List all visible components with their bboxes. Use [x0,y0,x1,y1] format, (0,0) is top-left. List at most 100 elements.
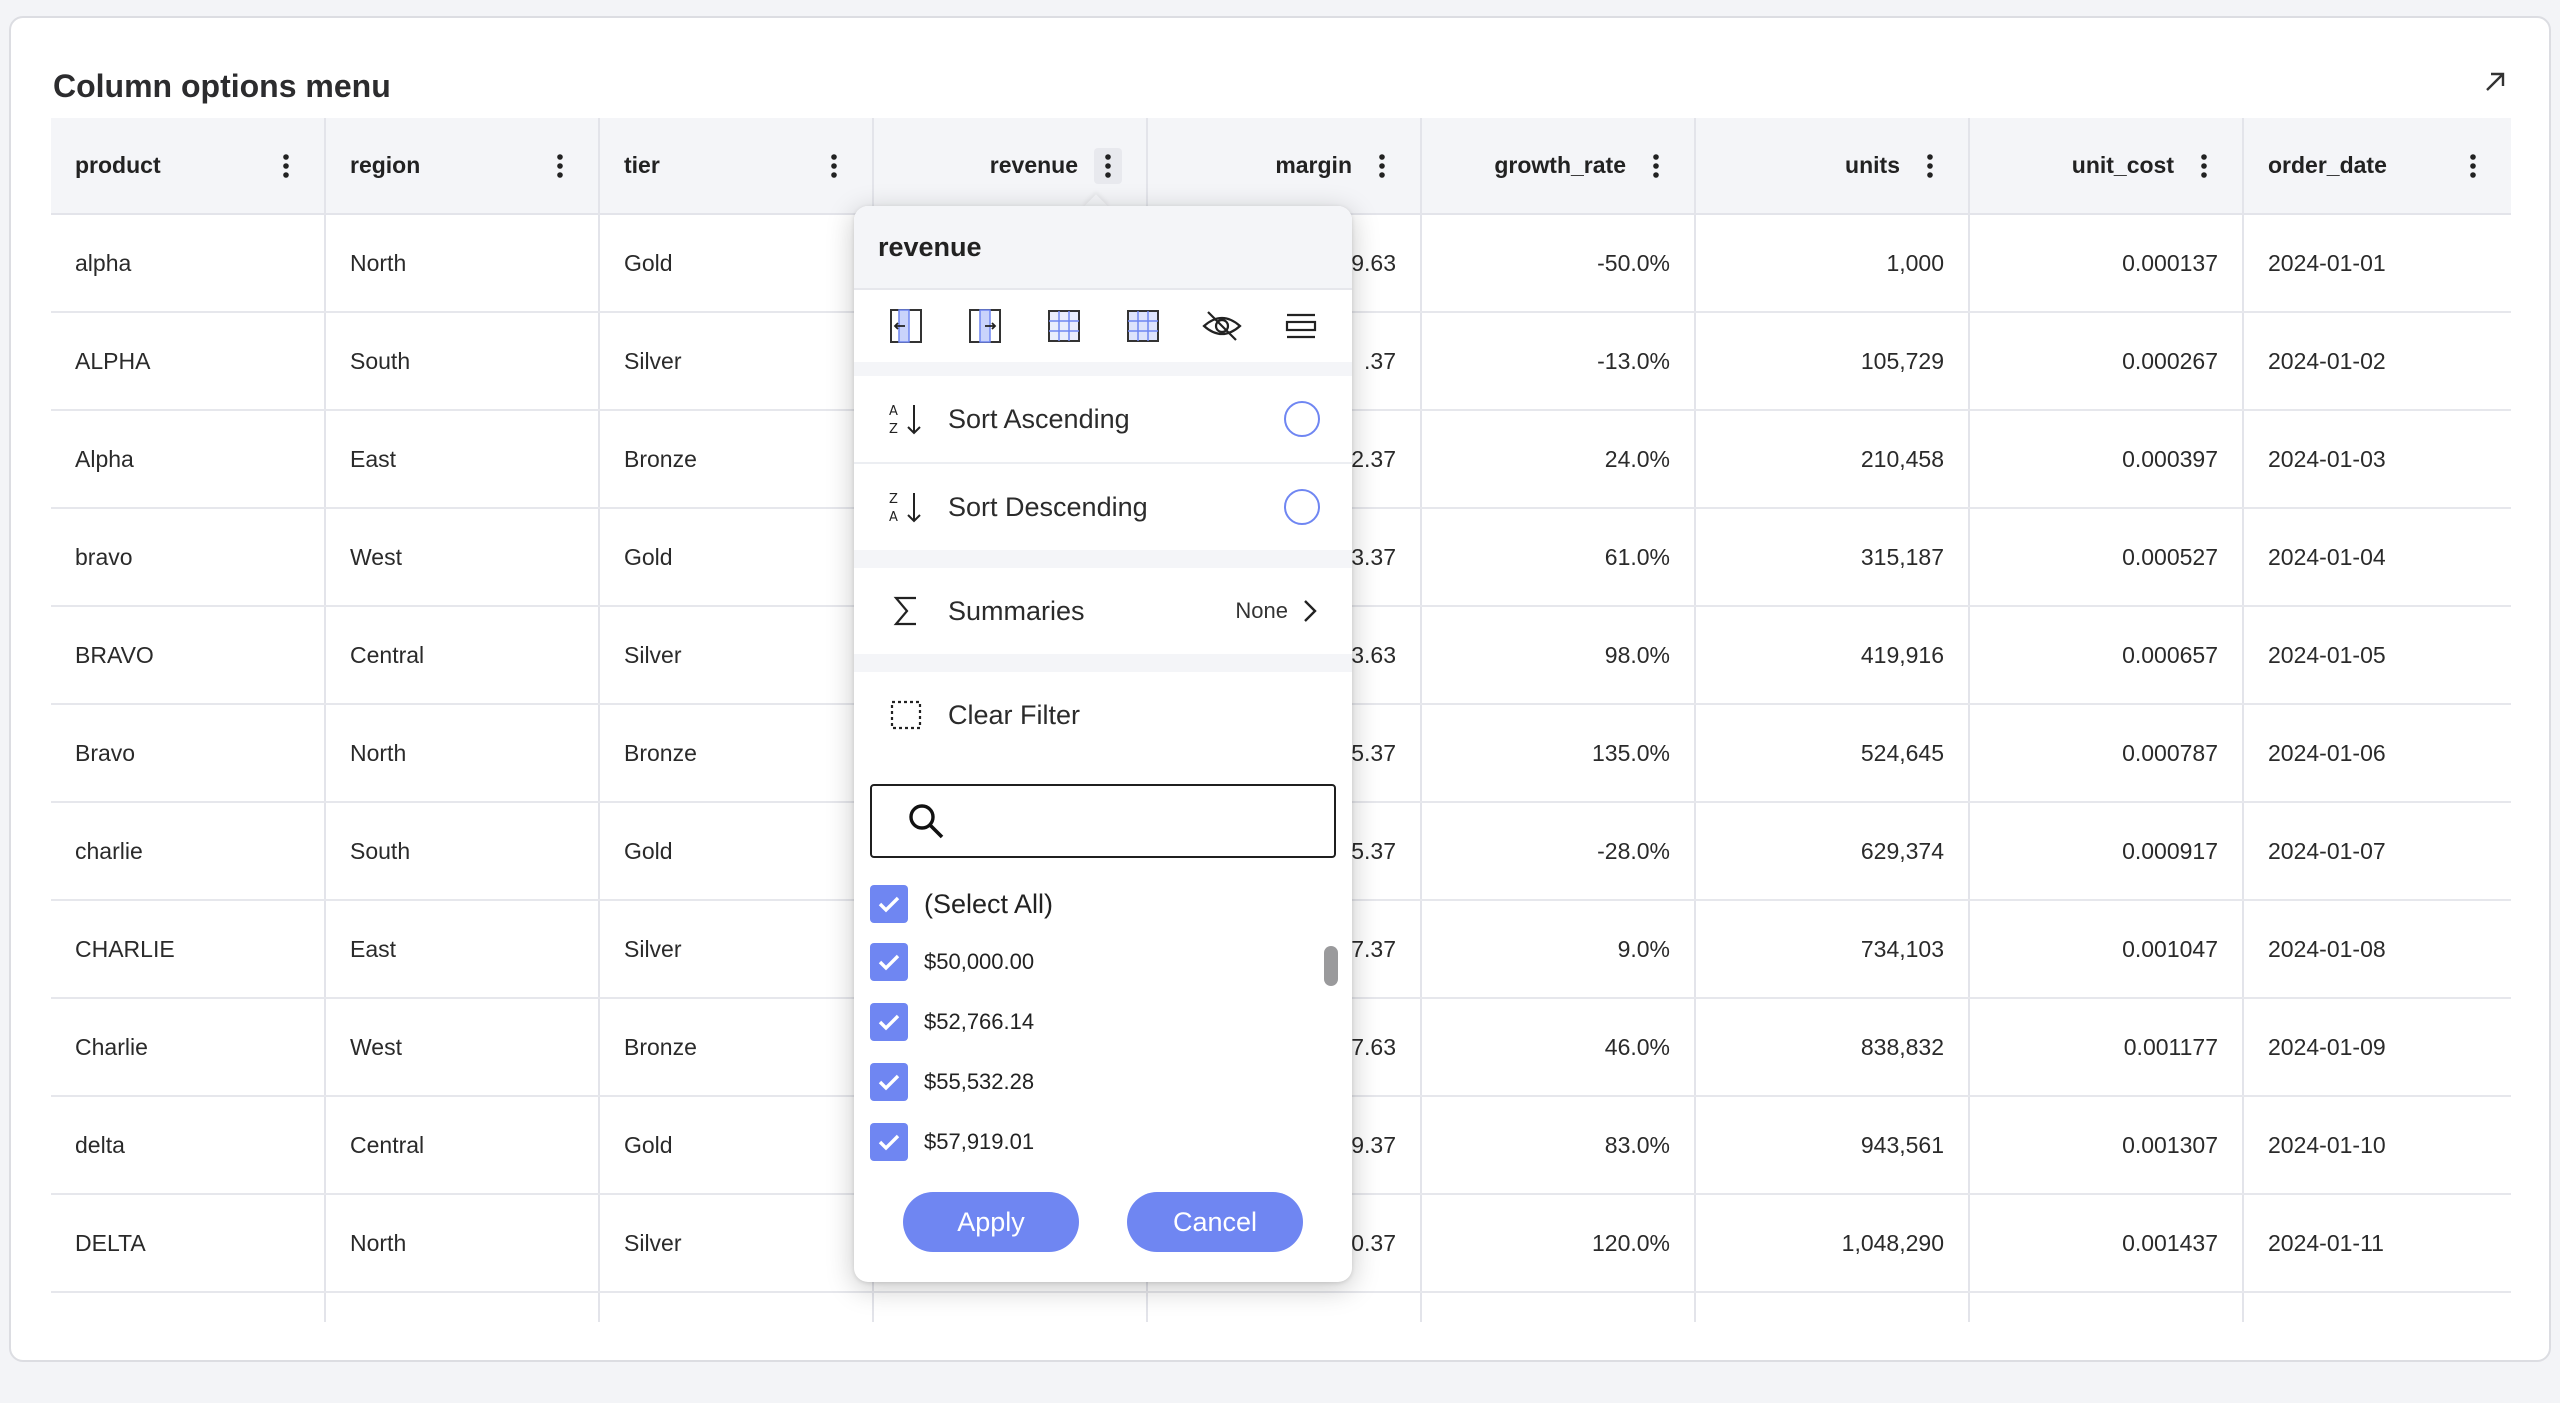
column-header-growth-rate[interactable]: growth_rate [1421,118,1696,215]
svg-text:Z: Z [889,492,898,507]
column-header-product[interactable]: product [51,118,326,215]
cell-product: Alpha [51,410,326,509]
cell-order-date: 2024-01-09 [2243,998,2511,1097]
select-all-checkbox[interactable] [870,885,908,923]
column-header-label: units [1845,152,1900,178]
cell-growth-rate: -28.0% [1421,802,1696,901]
cell-order-date: 2024-01-02 [2243,312,2511,411]
filter-value-list: (Select All) $50,000.00 $52,766.14 $55,532… [854,876,1352,1176]
cell-order-date: 2024-01-05 [2243,606,2511,705]
cell-unit-cost: 0.000787 [1969,704,2244,803]
column-menu-icon[interactable] [272,148,300,184]
cell-tier: Bronze [599,704,874,803]
column-menu-icon[interactable] [546,148,574,184]
svg-text:A: A [889,404,898,419]
column-header-label: region [350,152,421,178]
column-toolbar [854,290,1352,376]
column-menu-icon[interactable] [820,148,848,184]
cell-product: Charlie [51,998,326,1097]
cancel-button[interactable]: Cancel [1127,1192,1303,1252]
column-header-margin[interactable]: margin [1147,118,1422,215]
column-header-order-date[interactable]: order_date [2243,118,2511,215]
column-menu-icon[interactable] [1368,148,1396,184]
sort-descending-item[interactable]: ZA Sort Descending [854,464,1352,550]
grid-layout-icon[interactable] [1121,304,1165,348]
filter-value-label: $55,532.28 [924,1069,1035,1094]
select-all-item[interactable]: (Select All) [870,876,1352,932]
cell-product: BRAVO [51,606,326,705]
sort-ascending-label: Sort Ascending [948,403,1130,434]
filter-search-box[interactable] [870,784,1336,858]
sort-ascending-radio[interactable] [1284,401,1320,437]
cell-region: South [325,312,600,411]
filter-search-input[interactable] [964,806,1294,836]
apply-button[interactable]: Apply [903,1192,1079,1252]
hide-column-icon[interactable] [1200,304,1244,348]
column-header-unit-cost[interactable]: unit_cost [1969,118,2244,215]
cell-product: alpha [51,214,326,313]
column-header-units[interactable]: units [1695,118,1970,215]
filter-value-item[interactable]: $57,919.01 [870,1112,1352,1172]
filter-value-item[interactable]: $55,532.28 [870,1052,1352,1112]
sort-ascending-item[interactable]: AZ Sort Ascending [854,376,1352,462]
column-menu-icon[interactable] [1642,148,1670,184]
column-header-label: product [75,152,161,178]
svg-text:A: A [889,510,898,525]
filter-value-checkbox[interactable] [870,1123,908,1161]
search-icon [909,804,944,839]
cell-growth-rate: 9.0% [1421,900,1696,999]
column-header-tier[interactable]: tier [599,118,874,215]
column-header-revenue[interactable]: revenue [873,118,1148,215]
pin-right-icon[interactable] [963,304,1007,348]
cell-tier: Gold [599,802,874,901]
clear-filter-item[interactable]: Clear Filter [854,672,1352,758]
filter-value-label: $50,000.00 [924,949,1035,974]
cell-tier: Silver [599,606,874,705]
column-header-label: margin [1275,152,1352,178]
cell-empty [1147,1292,1422,1322]
cell-product: ALPHA [51,312,326,411]
freeze-grid-icon[interactable] [1042,304,1086,348]
sort-descending-icon: ZA [886,487,926,527]
column-menu-icon[interactable] [2459,148,2487,184]
cell-region: West [325,508,600,607]
filter-value-label: $52,766.14 [924,1009,1035,1034]
cell-region: East [325,900,600,999]
cell-growth-rate: 61.0% [1421,508,1696,607]
cell-order-date: 2024-01-06 [2243,704,2511,803]
column-menu-icon[interactable] [1916,148,1944,184]
cell-product: charlie [51,802,326,901]
column-header-label: tier [624,152,660,178]
cell-empty [1695,1292,1970,1322]
filter-value-item[interactable]: $52,766.14 [870,992,1352,1052]
column-chooser-icon[interactable] [1279,304,1323,348]
sort-descending-radio[interactable] [1284,489,1320,525]
column-menu-icon[interactable] [2190,148,2218,184]
filter-value-checkbox[interactable] [870,1003,908,1041]
cell-product: delta [51,1096,326,1195]
select-all-label: (Select All) [924,888,1054,919]
column-menu-icon[interactable] [1094,147,1122,184]
sort-descending-label: Sort Descending [948,491,1148,522]
chevron-right-icon [1304,600,1317,622]
cell-tier: Bronze [599,410,874,509]
filter-value-checkbox[interactable] [870,943,908,981]
svg-text:Z: Z [889,422,898,437]
cell-region: South [325,802,600,901]
summaries-item[interactable]: Summaries None [854,568,1352,654]
clear-filter-label: Clear Filter [948,699,1081,730]
cell-region: North [325,704,600,803]
filter-list-scrollbar[interactable] [1324,946,1338,986]
cell-product: bravo [51,508,326,607]
filter-value-item[interactable]: $50,000.00 [870,932,1352,992]
column-header-region[interactable]: region [325,118,600,215]
cell-growth-rate: 120.0% [1421,1194,1696,1293]
cell-region: Central [325,1096,600,1195]
cell-empty [325,1292,600,1322]
cell-growth-rate: 24.0% [1421,410,1696,509]
cell-unit-cost: 0.001047 [1969,900,2244,999]
pin-left-icon[interactable] [884,304,928,348]
expand-icon[interactable] [2481,68,2509,96]
filter-value-checkbox[interactable] [870,1063,908,1101]
column-header-label: order_date [2268,152,2387,178]
